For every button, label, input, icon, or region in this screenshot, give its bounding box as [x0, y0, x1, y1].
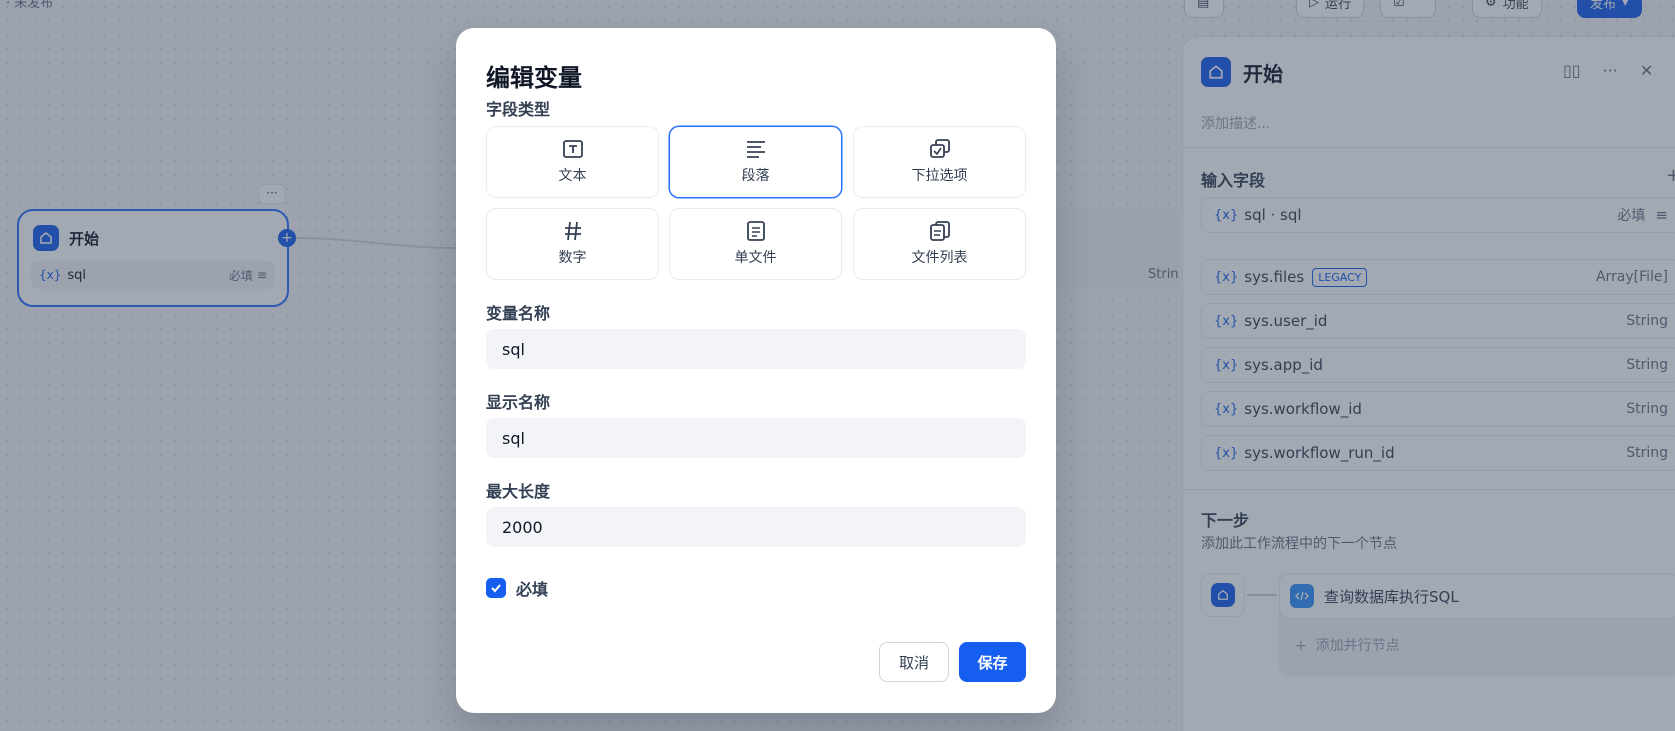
cancel-button[interactable]: 取消 [879, 642, 949, 682]
type-card-select[interactable]: 下拉选项 [853, 126, 1026, 198]
var-name-label: 变量名称 [486, 304, 551, 323]
type-card-label: 下拉选项 [911, 168, 968, 184]
type-card-label: 文件列表 [911, 250, 968, 266]
text-icon [562, 140, 583, 158]
type-card-text[interactable]: 文本 [486, 126, 659, 198]
required-label: 必填 [516, 580, 549, 599]
required-row: 必填 [486, 576, 548, 600]
paragraph-icon [746, 141, 765, 158]
select-icon [929, 139, 950, 158]
check-icon [491, 584, 501, 593]
type-card-label: 段落 [741, 168, 770, 184]
file-icon [746, 221, 765, 241]
type-card-file[interactable]: 单文件 [669, 208, 842, 280]
modal-title: 编辑变量 [486, 64, 582, 92]
display-name-label: 显示名称 [486, 393, 551, 412]
type-card-label: 文本 [558, 168, 587, 184]
edit-variable-modal: 编辑变量 字段类型 文本 段落 下拉选项 数字 单文件 文件列表 变量名称 sq… [456, 28, 1056, 713]
max-length-input[interactable]: 2000 [486, 507, 1026, 547]
display-name-input[interactable]: sql [486, 418, 1026, 458]
file-list-icon [929, 221, 950, 241]
var-name-input[interactable]: sql [486, 329, 1026, 369]
type-card-label: 数字 [558, 250, 587, 266]
type-card-paragraph[interactable]: 段落 [669, 126, 842, 198]
max-length-label: 最大长度 [486, 482, 551, 501]
save-button[interactable]: 保存 [959, 642, 1026, 682]
field-type-label: 字段类型 [486, 100, 551, 119]
type-card-file-list[interactable]: 文件列表 [853, 208, 1026, 280]
type-card-label: 单文件 [734, 250, 777, 266]
number-icon [564, 221, 581, 241]
required-checkbox[interactable] [486, 578, 506, 598]
type-card-number[interactable]: 数字 [486, 208, 659, 280]
